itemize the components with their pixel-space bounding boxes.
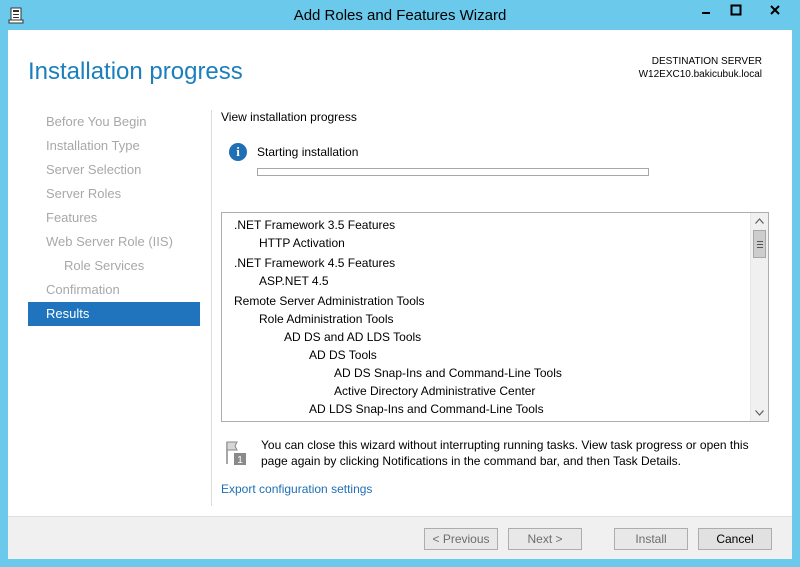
next-button[interactable]: Next > xyxy=(508,528,582,550)
button-bar: < Previous Next > Install Cancel xyxy=(8,516,792,560)
grip-line xyxy=(757,244,763,245)
feature-item: Remote Server Administration Tools xyxy=(234,294,425,308)
feature-item: ASP.NET 4.5 xyxy=(259,274,329,288)
wizard-nav: Before You Begin Installation Type Serve… xyxy=(28,110,200,326)
feature-item: .NET Framework 3.5 Features xyxy=(234,218,396,232)
close-icon xyxy=(770,5,780,15)
close-button[interactable] xyxy=(756,1,794,21)
info-icon: i xyxy=(229,143,247,161)
window-bottom-border xyxy=(0,559,800,567)
window-title: Add Roles and Features Wizard xyxy=(293,7,507,24)
close-wizard-notice: You can close this wizard without interr… xyxy=(261,438,749,468)
feature-item: AD DS Snap-Ins and Command-Line Tools xyxy=(334,366,562,380)
feature-item: AD DS and AD LDS Tools xyxy=(284,330,422,344)
install-button[interactable]: Install xyxy=(614,528,688,550)
features-list-content: .NET Framework 3.5 Features HTTP Activati… xyxy=(222,213,750,421)
scroll-up-button[interactable] xyxy=(751,213,768,229)
minimize-button[interactable] xyxy=(692,1,720,21)
chevron-up-icon xyxy=(755,218,764,224)
nav-server-roles: Server Roles xyxy=(46,186,122,201)
feature-item: AD DS Tools xyxy=(309,348,377,362)
notification-count: 1 xyxy=(237,455,243,466)
nav-installation-type: Installation Type xyxy=(46,138,140,153)
grip-line xyxy=(757,241,763,242)
previous-button[interactable]: < Previous xyxy=(424,528,498,550)
nav-web-server-role: Web Server Role (IIS) xyxy=(46,234,173,249)
scroll-thumb[interactable] xyxy=(753,230,766,258)
view-progress-label: View installation progress xyxy=(221,110,357,124)
destination-server-name: W12EXC10.bakicubuk.local xyxy=(638,69,762,80)
scroll-down-button[interactable] xyxy=(751,405,768,421)
maximize-icon xyxy=(730,4,742,16)
cancel-button[interactable]: Cancel xyxy=(698,528,772,550)
chevron-down-icon xyxy=(755,410,764,416)
nav-results[interactable]: Results xyxy=(28,302,200,326)
features-list[interactable]: .NET Framework 3.5 Features HTTP Activati… xyxy=(221,212,769,422)
feature-item: AD LDS Snap-Ins and Command-Line Tools xyxy=(309,402,544,416)
export-configuration-link[interactable]: Export configuration settings xyxy=(221,482,372,496)
feature-item: Active Directory Administrative Center xyxy=(334,384,536,398)
status-text: Starting installation xyxy=(257,145,359,159)
wizard-body: Installation progress DESTINATION SERVER… xyxy=(8,30,792,560)
progress-bar xyxy=(257,168,649,176)
feature-item: HTTP Activation xyxy=(259,236,345,250)
feature-item: .NET Framework 4.5 Features xyxy=(234,256,396,270)
notification-flag-icon: 1 xyxy=(226,441,246,466)
destination-server-label: DESTINATION SERVER xyxy=(651,56,762,67)
title-bar: Add Roles and Features Wizard xyxy=(0,0,800,30)
nav-before-you-begin: Before You Begin xyxy=(46,114,147,129)
minimize-icon xyxy=(702,12,710,14)
nav-role-services: Role Services xyxy=(64,258,145,273)
nav-features: Features xyxy=(46,210,98,225)
grip-line xyxy=(757,247,763,248)
page-title: Installation progress xyxy=(28,58,243,85)
nav-server-selection: Server Selection xyxy=(46,162,142,177)
nav-divider xyxy=(211,110,212,506)
feature-item: Role Administration Tools xyxy=(259,312,394,326)
maximize-button[interactable] xyxy=(722,1,750,21)
vertical-scrollbar[interactable] xyxy=(750,213,768,421)
nav-confirmation: Confirmation xyxy=(46,282,120,297)
